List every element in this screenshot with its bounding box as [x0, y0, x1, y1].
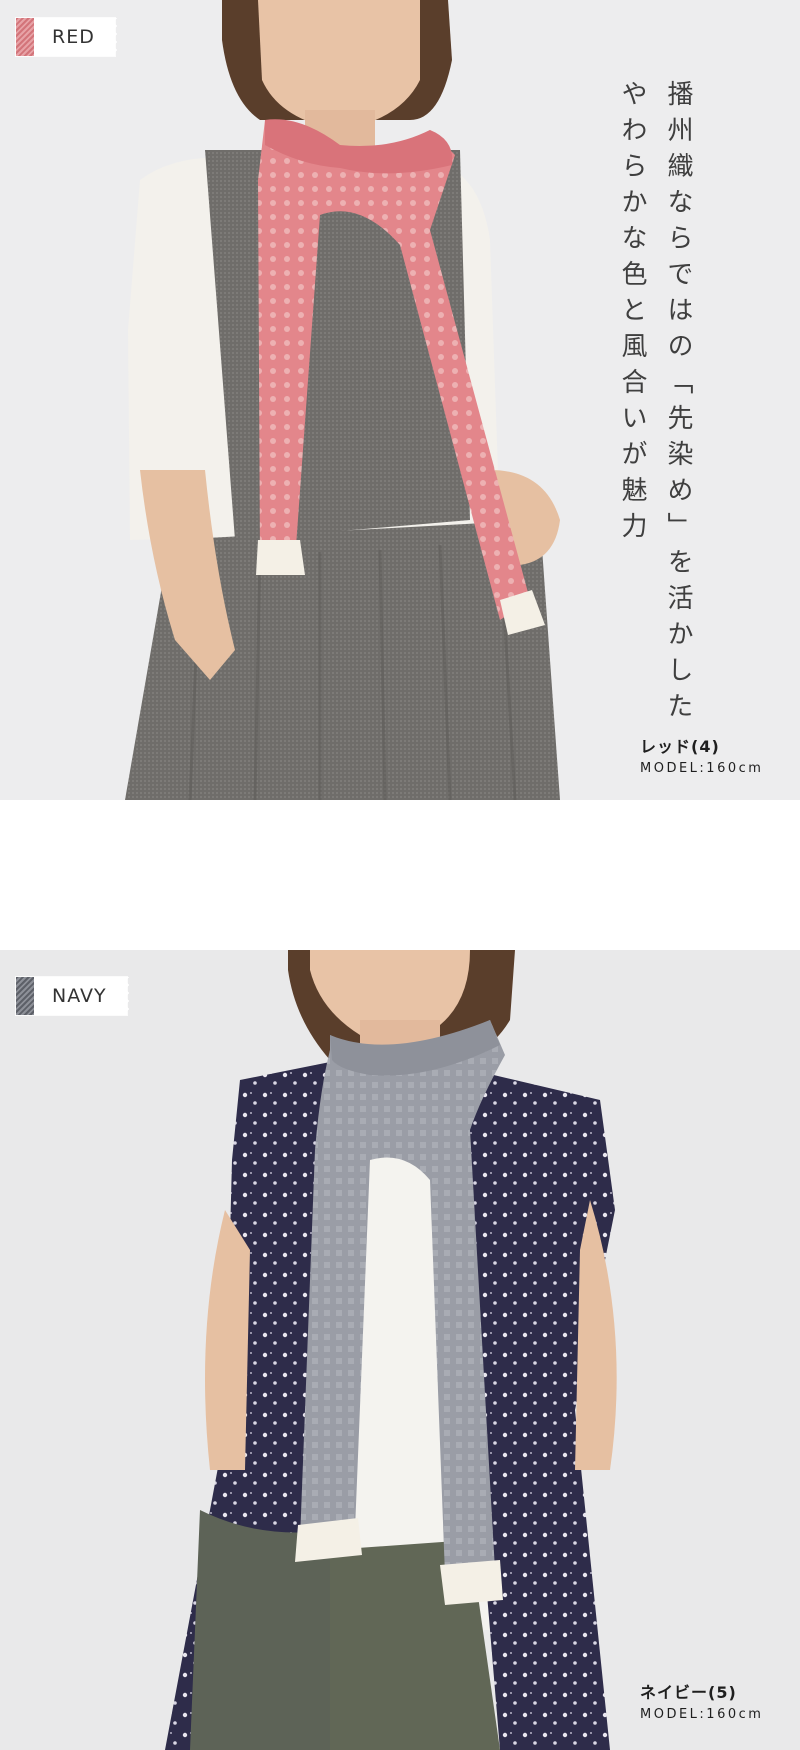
caption-red: レッド(4) MODEL:160cm: [640, 733, 763, 776]
headline-line-1: 播州織ならではの「先染め」を活かした: [663, 80, 693, 728]
color-tag-label: RED: [52, 26, 95, 48]
color-tag-label: NAVY: [52, 985, 107, 1007]
navy-scarf-photo: [165, 950, 617, 1750]
color-tag-navy: NAVY: [16, 977, 133, 1015]
color-name-caption: レッド(4): [640, 737, 720, 756]
red-color-section: RED 播州織ならではの「先染め」を活かした やわらかな色と風合いが魅力 レッド…: [0, 0, 800, 800]
color-name-caption: ネイビー(5): [640, 1683, 737, 1702]
navy-color-section: NAVY ネイビー(5) MODEL:160cm: [0, 950, 800, 1750]
color-tag-red: RED: [16, 18, 121, 56]
section-spacer: [0, 800, 800, 950]
model-height-caption: MODEL:160cm: [640, 761, 764, 776]
navy-fabric-swatch: [16, 977, 34, 1015]
model-height-caption: MODEL:160cm: [640, 1707, 764, 1722]
headline-line-2: やわらかな色と風合いが魅力: [617, 80, 647, 548]
red-fabric-swatch: [16, 18, 34, 56]
caption-navy: ネイビー(5) MODEL:160cm: [640, 1679, 763, 1722]
